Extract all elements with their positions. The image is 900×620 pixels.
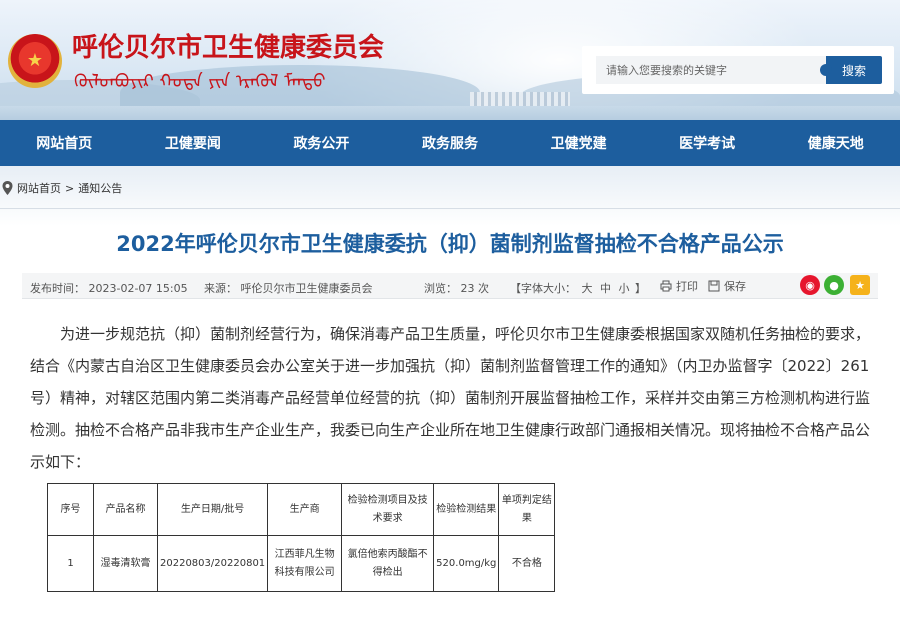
table-cell: 20220803/20220801 — [156, 535, 269, 592]
table-row: 1 湿毒清软膏 20220803/20220801 江西菲凡生物科技有限公司 氯… — [47, 535, 556, 592]
table-header-row: 序号 产品名称 生产日期/批号 生产商 检验检测项目及技术要求 检验检测结果 单… — [47, 483, 556, 536]
nav-item-party[interactable]: 卫健党建 — [514, 133, 643, 153]
save-icon — [708, 280, 720, 292]
favorite-icon: ★ — [855, 278, 865, 292]
results-table: 序号 产品名称 生产日期/批号 生产商 检验检测项目及技术要求 检验检测结果 单… — [47, 483, 556, 592]
table-header-cell: 生产商 — [267, 483, 343, 536]
table-cell: 1 — [47, 535, 94, 592]
search-button[interactable]: 搜索 — [820, 56, 882, 84]
nav-item-news[interactable]: 卫健要闻 — [129, 133, 258, 153]
table-cell: 520.0mg/kg — [433, 535, 500, 592]
site-header: ★ 呼伦贝尔市卫生健康委员会 ᠬᠥᠯᠦᠨᠪᠤᠶᠢᠷ ᠬᠣᠲᠠ ᠶᠢᠨ ᠡᠷᠡᠭᠦ… — [0, 0, 900, 120]
print-button[interactable]: 打印 — [660, 278, 698, 294]
font-size-large[interactable]: 大 — [582, 282, 593, 295]
print-label: 打印 — [676, 280, 698, 293]
breadcrumb: 网站首页 > 通知公告 — [2, 180, 122, 196]
breadcrumb-current-link[interactable]: 通知公告 — [78, 180, 122, 196]
nav-item-home[interactable]: 网站首页 — [0, 133, 129, 153]
publish-time: 发布时间： 2023-02-07 15:05 — [30, 282, 188, 295]
nav-item-health[interactable]: 健康天地 — [771, 133, 900, 153]
view-count: 浏览： 23 次 — [424, 282, 489, 295]
table-header-cell: 检验检测结果 — [433, 483, 500, 536]
wechat-icon: ● — [829, 278, 839, 292]
banner-water — [0, 106, 900, 120]
nav-item-services[interactable]: 政务服务 — [386, 133, 515, 153]
site-subtitle-mongolian: ᠬᠥᠯᠦᠨᠪᠤᠶᠢᠷ ᠬᠣᠲᠠ ᠶᠢᠨ ᠡᠷᠡᠭᠦᠯ ᠮᠡᠨᠳᠦ — [74, 71, 326, 92]
font-size-medium[interactable]: 中 — [600, 282, 611, 295]
article-title: 2022年呼伦贝尔市卫生健康委抗（抑）菌制剂监督抽检不合格产品公示 — [116, 232, 784, 256]
table-header-cell: 单项判定结果 — [498, 483, 556, 536]
favorite-button[interactable]: ★ — [850, 275, 870, 295]
national-emblem-icon: ★ — [8, 34, 62, 88]
font-size-label: 【字体大小： — [510, 282, 576, 295]
main-nav: 网站首页 卫健要闻 政务公开 政务服务 卫健党建 医学考试 健康天地 — [0, 120, 900, 166]
search-input[interactable] — [596, 56, 828, 84]
article-body: 为进一步规范抗（抑）菌制剂经营行为，确保消毒产品卫生质量，呼伦贝尔市卫生健康委根… — [30, 325, 871, 471]
location-pin-icon — [2, 181, 13, 195]
search-box: 搜索 — [582, 46, 894, 94]
breadcrumb-separator: > — [65, 181, 75, 195]
print-icon — [660, 280, 672, 292]
site-title: 呼伦贝尔市卫生健康委员会 — [72, 33, 385, 63]
font-size-close: 】 — [635, 282, 646, 295]
table-header-cell: 生产日期/批号 — [156, 483, 269, 536]
table-cell: 氯倍他索丙酸酯不得检出 — [341, 535, 435, 592]
article-source: 来源： 呼伦贝尔市卫生健康委员会 — [204, 282, 373, 295]
table-cell: 湿毒清软膏 — [93, 535, 158, 592]
table-header-cell: 检验检测项目及技术要求 — [341, 483, 435, 536]
table-cell: 江西菲凡生物科技有限公司 — [267, 535, 343, 592]
divider — [0, 208, 900, 209]
save-button[interactable]: 保存 — [708, 278, 746, 294]
font-size-small[interactable]: 小 — [619, 282, 630, 295]
nav-item-exam[interactable]: 医学考试 — [643, 133, 772, 153]
article-meta-bar: 发布时间： 2023-02-07 15:05 来源： 呼伦贝尔市卫生健康委员会 … — [22, 273, 878, 299]
breadcrumb-home-link[interactable]: 网站首页 — [17, 180, 61, 196]
table-header-cell: 序号 — [47, 483, 94, 536]
nav-item-government-affairs[interactable]: 政务公开 — [257, 133, 386, 153]
share-wechat-button[interactable]: ● — [824, 275, 844, 295]
share-weibo-button[interactable]: ◉ — [800, 275, 820, 295]
save-label: 保存 — [724, 280, 746, 293]
table-header-cell: 产品名称 — [93, 483, 158, 536]
font-size-control: 【字体大小： 大 中 小 】 — [510, 280, 646, 296]
table-cell: 不合格 — [498, 535, 556, 592]
weibo-icon: ◉ — [805, 278, 815, 292]
